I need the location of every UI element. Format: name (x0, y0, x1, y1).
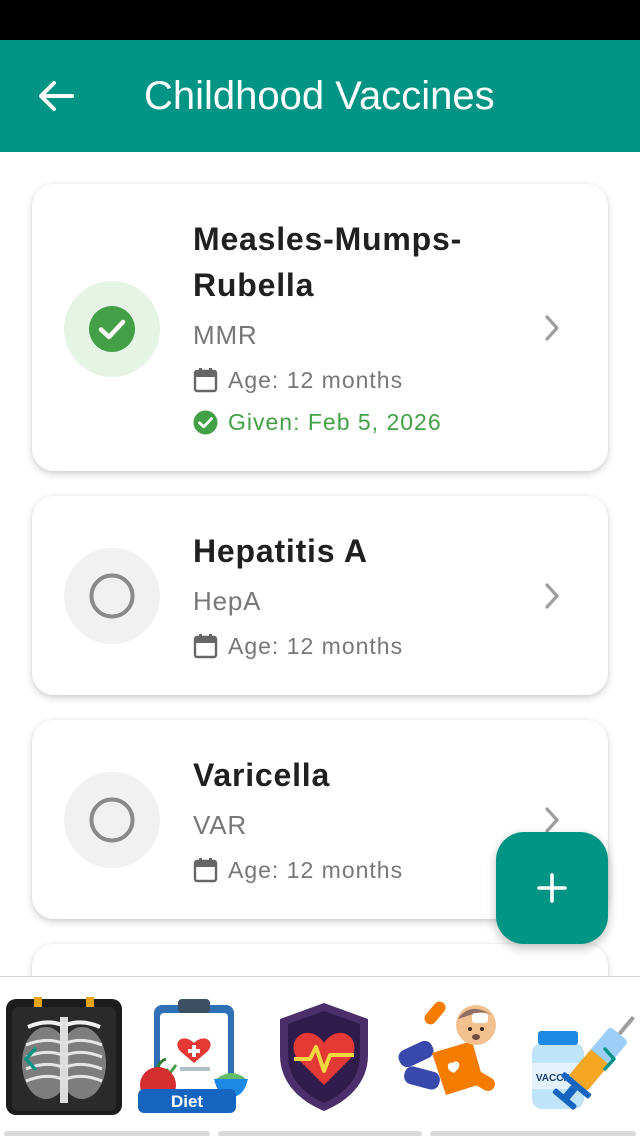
chevron-right-icon (603, 1047, 616, 1071)
diet-label: Diet (171, 1092, 203, 1111)
carousel-item[interactable]: VACCINE (524, 997, 640, 1117)
app-bar: Childhood Vaccines (0, 40, 640, 152)
carousel-page-indicator (430, 1131, 636, 1136)
carousel-item[interactable] (392, 997, 512, 1117)
status-bar (0, 0, 640, 40)
heart-shield-icon (280, 1003, 368, 1111)
page-title: Childhood Vaccines (144, 74, 495, 118)
vaccine-card[interactable] (32, 944, 608, 976)
vaccine-age: Age: 12 months (228, 632, 404, 659)
vaccine-age: Age: 12 months (228, 366, 404, 393)
falling-person-icon (398, 1001, 496, 1095)
empty-circle-icon (89, 573, 135, 619)
status-indicator-pending (64, 548, 160, 644)
chevron-right-icon (540, 580, 564, 612)
vaccine-card[interactable]: Measles-Mumps-Rubella MMR Age: 12 months… (32, 184, 608, 471)
vaccine-abbreviation: HepA (193, 586, 262, 616)
plus-icon (537, 873, 567, 903)
carousel-page-indicator (4, 1131, 210, 1136)
calendar-icon (193, 634, 218, 659)
vaccine-abbreviation: VAR (193, 810, 247, 840)
chevron-right-icon (540, 312, 564, 344)
chevron-left-icon (24, 1047, 37, 1071)
carousel-item[interactable] (264, 997, 384, 1117)
vaccine-name: Varicella (193, 757, 331, 793)
calendar-icon (193, 368, 218, 393)
given-date: Given: Feb 5, 2026 (228, 408, 442, 435)
add-vaccine-button[interactable] (496, 832, 608, 944)
vaccine-vial-syringe-icon: VACCINE (532, 1015, 635, 1110)
diet-clipboard-icon: Diet (138, 999, 248, 1113)
vaccine-name: Measles-Mumps-Rubella (193, 221, 463, 303)
status-indicator-pending (64, 772, 160, 868)
carousel-next-button[interactable] (598, 1041, 622, 1077)
carousel-item[interactable]: Diet (132, 997, 252, 1117)
vaccine-name: Hepatitis A (193, 533, 368, 569)
empty-circle-icon (89, 797, 135, 843)
vaccine-age: Age: 12 months (228, 856, 404, 883)
carousel-prev-button[interactable] (18, 1041, 42, 1077)
calendar-icon (193, 858, 218, 883)
arrow-left-icon (39, 81, 74, 111)
status-indicator-given (64, 281, 160, 377)
check-circle-small-icon (193, 410, 218, 434)
check-circle-icon (89, 306, 135, 352)
back-button[interactable] (24, 66, 88, 126)
vaccine-card[interactable]: Hepatitis A HepA Age: 12 months (32, 496, 608, 695)
vaccine-abbreviation: MMR (193, 320, 258, 350)
bottom-icon-carousel[interactable]: Diet VACCINE (0, 976, 640, 1136)
carousel-page-indicator (218, 1131, 422, 1136)
